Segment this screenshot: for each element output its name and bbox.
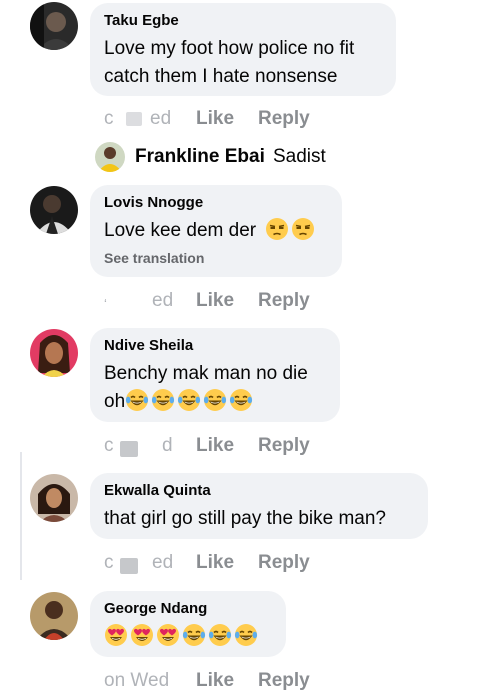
reply-button[interactable]: Reply [258, 435, 310, 457]
joy-face-icon [208, 623, 232, 647]
unamused-face-icon [291, 217, 316, 241]
comment-text-line: catch them I hate nonsense [104, 66, 338, 87]
timestamp[interactable]: ed [152, 552, 173, 574]
comment-bubble: Lovis Nnogge Love kee dem der See transl… [90, 185, 342, 277]
like-button[interactable]: Like [196, 670, 234, 692]
comment-text-line: Benchy mak man no die [104, 363, 308, 384]
timestamp[interactable]: c [104, 552, 114, 574]
like-button[interactable]: Like [196, 552, 234, 574]
heart-eyes-face-icon [131, 624, 153, 646]
avatar[interactable] [30, 329, 78, 377]
timestamp[interactable]: ed [152, 290, 173, 312]
comment-text-line: oh [104, 388, 324, 416]
comment-bubble: Ekwalla Quinta that girl go still pay th… [90, 473, 428, 539]
comment-text-line: Love my foot how police no fit [104, 38, 355, 59]
avatar[interactable] [30, 474, 78, 522]
joy-face-icon [229, 388, 254, 412]
joy-face-icon [151, 388, 176, 412]
blurred-timestamp [120, 558, 138, 574]
comment-text: Love kee dem der [104, 220, 257, 241]
timestamp[interactable]: c [104, 435, 114, 457]
joy-face-icon [182, 623, 206, 647]
blurred-timestamp [120, 441, 138, 457]
comment-author[interactable]: Lovis Nnogge [104, 194, 326, 212]
heart-eyes-face-icon [105, 624, 127, 646]
comment-bubble: Ndive Sheila Benchy mak man no die oh [90, 328, 340, 422]
heart-eyes-face-icon [157, 624, 179, 646]
timestamp[interactable]: ed [150, 108, 171, 130]
avatar[interactable] [30, 186, 78, 234]
unamused-face-icon [265, 217, 290, 241]
reply-text: Sadist [273, 146, 326, 167]
joy-face-icon [234, 623, 258, 647]
scroll-edge-line [20, 452, 22, 580]
comment-author[interactable]: Ekwalla Quinta [104, 482, 412, 500]
timestamp[interactable]: ‘ [104, 296, 107, 311]
joy-face-icon [203, 388, 228, 412]
like-button[interactable]: Like [196, 435, 234, 457]
blurred-timestamp [126, 112, 142, 126]
avatar[interactable] [95, 142, 125, 172]
avatar[interactable] [30, 2, 78, 50]
reply-button[interactable]: Reply [258, 290, 310, 312]
joy-face-icon [125, 388, 150, 412]
comment-text-line: Love kee dem der [104, 217, 326, 245]
like-button[interactable]: Like [196, 108, 234, 130]
see-translation-link[interactable]: See translation [104, 249, 326, 267]
reply-button[interactable]: Reply [258, 108, 310, 130]
joy-face-icon [177, 388, 202, 412]
comment-bubble: Taku Egbe Love my foot how police no fit… [90, 3, 396, 96]
comment-text-line: that girl go still pay the bike man? [104, 508, 386, 529]
comment-author[interactable]: Taku Egbe [104, 12, 380, 30]
timestamp[interactable]: c [104, 108, 114, 130]
comment-author[interactable]: George Ndang [104, 600, 270, 618]
timestamp[interactable]: on Wed [104, 670, 169, 692]
comment-text: oh [104, 391, 126, 412]
like-button[interactable]: Like [196, 290, 234, 312]
comment-bubble: George Ndang [90, 591, 286, 657]
avatar[interactable] [30, 592, 78, 640]
reply-button[interactable]: Reply [258, 552, 310, 574]
reply-button[interactable]: Reply [258, 670, 310, 692]
reply-author[interactable]: Frankline Ebai [135, 146, 265, 168]
comment-text-line [104, 623, 270, 651]
comment-author[interactable]: Ndive Sheila [104, 337, 324, 355]
timestamp[interactable]: d [162, 435, 173, 457]
